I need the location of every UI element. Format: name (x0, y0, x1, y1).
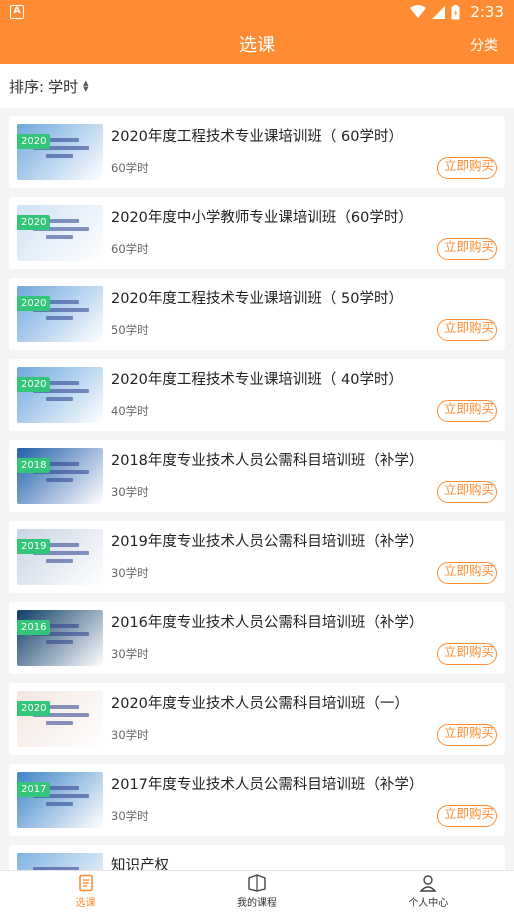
battery-icon (451, 4, 460, 19)
category-button[interactable]: 分类 (470, 35, 498, 55)
bottom-tab-bar: 选课 我的课程 个人中心 (0, 870, 514, 912)
course-card[interactable]: 2020 2020年度工程技术专业课培训班（ 50学时） 50学时 立即购买 (9, 278, 505, 350)
clock: 2:33 (470, 3, 504, 21)
tab-label: 选课 (75, 898, 96, 909)
buy-now-button[interactable]: 立即购买 (437, 481, 497, 503)
course-hours: 40学时 (111, 404, 149, 418)
person-icon (419, 875, 437, 892)
buy-now-button[interactable]: 立即购买 (437, 724, 497, 746)
course-thumbnail: 2019 (17, 529, 103, 585)
course-hours: 30学时 (111, 647, 149, 661)
year-badge: 2020 (17, 377, 51, 392)
course-hours: 30学时 (111, 728, 149, 742)
buy-now-label: 立即购买 (444, 563, 495, 578)
course-thumbnail: 2020 (17, 205, 103, 261)
year-badge: 2020 (17, 215, 51, 230)
course-hours: 30学时 (111, 485, 149, 499)
course-card[interactable]: 2017 2017年度专业技术人员公需科目培训班（补学） 30学时 立即购买 (9, 764, 505, 836)
tab-course-select[interactable]: 选课 (0, 871, 171, 912)
course-thumbnail: 2020 (17, 691, 103, 747)
year-badge: 2020 (17, 296, 51, 311)
course-card[interactable]: 2020 2020年度工程技术专业课培训班（ 60学时） 60学时 立即购买 (9, 116, 505, 188)
course-list[interactable]: 2020 2020年度工程技术专业课培训班（ 60学时） 60学时 立即购买 2020 2… (0, 108, 514, 870)
course-thumbnail: 2020 (17, 367, 103, 423)
tab-my-courses[interactable]: 我的课程 (171, 871, 342, 912)
year-badge: 2018 (17, 458, 51, 473)
course-title: 2020年度工程技术专业课培训班（ 60学时） (111, 129, 403, 145)
course-thumbnail: 2018 (17, 448, 103, 504)
course-card[interactable]: 知识产权 (9, 845, 505, 870)
course-thumbnail: 2020 (17, 124, 103, 180)
course-card[interactable]: 2018 2018年度专业技术人员公需科目培训班（补学） 30学时 立即购买 (9, 440, 505, 512)
course-title: 知识产权 (111, 858, 169, 870)
course-card[interactable]: 2020 2020年度专业技术人员公需科目培训班（一） 30学时 立即购买 (9, 683, 505, 755)
buy-now-label: 立即购买 (444, 239, 495, 254)
course-card[interactable]: 2020 2020年度工程技术专业课培训班（ 40学时） 40学时 立即购买 (9, 359, 505, 431)
course-title: 2018年度专业技术人员公需科目培训班（补学） (111, 453, 424, 469)
course-hours: 50学时 (111, 323, 149, 337)
notification-a-icon: A (10, 5, 24, 19)
book-icon (248, 874, 266, 892)
buy-now-button[interactable]: 立即购买 (437, 643, 497, 665)
year-badge: 2019 (17, 539, 51, 554)
year-badge: 2016 (17, 620, 51, 635)
course-title: 2020年度中小学教师专业课培训班（60学时） (111, 210, 413, 226)
tab-label: 个人中心 (408, 898, 449, 909)
course-hours: 60学时 (111, 161, 149, 175)
buy-now-label: 立即购买 (444, 806, 495, 821)
buy-now-label: 立即购买 (444, 644, 495, 659)
course-hours: 60学时 (111, 242, 149, 256)
buy-now-label: 立即购买 (444, 725, 495, 740)
buy-now-button[interactable]: 立即购买 (437, 805, 497, 827)
buy-now-label: 立即购买 (444, 482, 495, 497)
buy-now-button[interactable]: 立即购买 (437, 319, 497, 341)
buy-now-label: 立即购买 (444, 158, 495, 173)
course-select-icon (78, 874, 93, 892)
buy-now-button[interactable]: 立即购买 (437, 400, 497, 422)
buy-now-label: 立即购买 (444, 401, 495, 416)
tab-personal-center[interactable]: 个人中心 (343, 871, 514, 912)
status-bar: A 2:33 (0, 0, 514, 24)
course-thumbnail: 2016 (17, 610, 103, 666)
year-badge: 2020 (17, 701, 51, 716)
course-card[interactable]: 2016 2016年度专业技术人员公需科目培训班（补学） 30学时 立即购买 (9, 602, 505, 674)
course-title: 2019年度专业技术人员公需科目培训班（补学） (111, 534, 424, 550)
course-title: 2016年度专业技术人员公需科目培训班（补学） (111, 615, 424, 631)
course-title: 2020年度工程技术专业课培训班（ 40学时） (111, 372, 403, 388)
buy-now-button[interactable]: 立即购买 (437, 238, 497, 260)
buy-now-button[interactable]: 立即购买 (437, 157, 497, 179)
course-title: 2017年度专业技术人员公需科目培训班（补学） (111, 777, 424, 793)
year-badge: 2017 (17, 782, 51, 797)
course-card[interactable]: 2020 2020年度中小学教师专业课培训班（60学时） 60学时 立即购买 (9, 197, 505, 269)
tab-label: 我的课程 (236, 898, 277, 909)
sort-label: 排序: (9, 77, 45, 96)
sort-bar[interactable]: 排序: 学时 ▲ ▼ (0, 64, 514, 108)
course-title: 2020年度专业技术人员公需科目培训班（一） (111, 696, 409, 712)
page-title: 选课 (239, 35, 275, 56)
course-hours: 30学时 (111, 566, 149, 580)
app-bar: 选课 分类 (0, 24, 514, 64)
course-thumbnail: 2020 (17, 286, 103, 342)
year-badge: 2020 (17, 134, 51, 149)
buy-now-button[interactable]: 立即购买 (437, 562, 497, 584)
buy-now-label: 立即购买 (444, 320, 495, 335)
sort-value[interactable]: 学时 (48, 76, 78, 97)
wifi-icon (410, 5, 427, 18)
course-card[interactable]: 2019 2019年度专业技术人员公需科目培训班（补学） 30学时 立即购买 (9, 521, 505, 593)
sort-toggle-icon[interactable]: ▲ ▼ (83, 80, 88, 93)
course-thumbnail: 2017 (17, 772, 103, 828)
course-hours: 30学时 (111, 809, 149, 823)
course-thumbnail (17, 853, 103, 870)
signal-icon (432, 5, 446, 19)
course-title: 2020年度工程技术专业课培训班（ 50学时） (111, 291, 403, 307)
